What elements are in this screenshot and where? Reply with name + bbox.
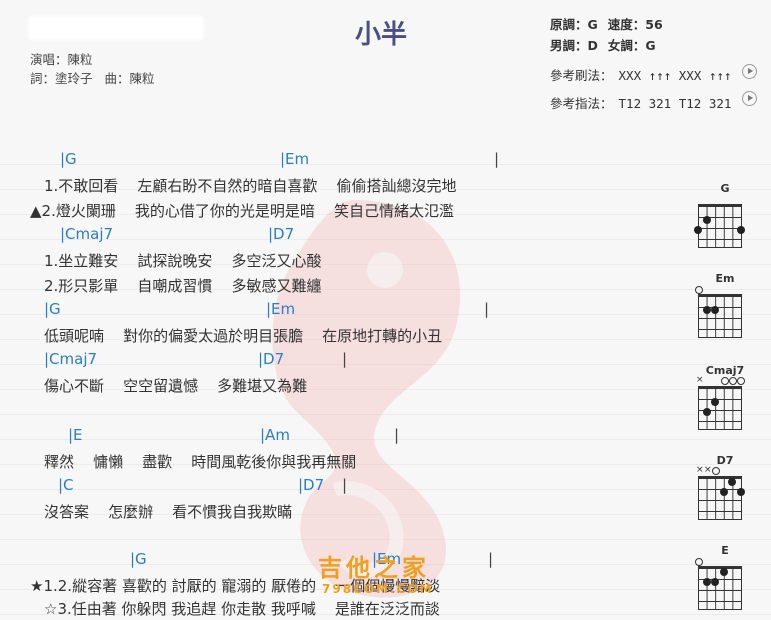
lyric-line: 傷心不斷 空空留遺憾 多難堪又為難 bbox=[44, 377, 308, 395]
chord-label: |G bbox=[130, 550, 147, 568]
lyric-line: ▲2.燈火闌珊 我的心借了你的光是明是暗 笑自己情緒太氾濫 bbox=[30, 202, 454, 220]
fretboard bbox=[698, 294, 742, 338]
song-title: 小半 bbox=[355, 20, 408, 50]
lyric-line: 沒答案 怎麼辦 看不慣我自我欺瞞 bbox=[44, 503, 293, 521]
chord-diagram-e: E bbox=[690, 544, 760, 620]
play-finger-icon[interactable] bbox=[742, 91, 757, 106]
lyric-line: ☆3.任由著 你躲閃 我追趕 你走散 我呼喊 是誰在泛泛而談 bbox=[44, 600, 440, 618]
bar-line: | bbox=[488, 550, 494, 568]
site-url: 798COM.COM bbox=[322, 582, 434, 596]
lyric-line: 1.坐立難安 試探說晚安 多空泛又心酸 bbox=[44, 252, 322, 270]
lyric-line: 釋然 慵懶 盡歡 時間風乾後你與我再無關 bbox=[44, 453, 357, 471]
chord-label: |Em bbox=[266, 300, 296, 318]
chord-label: |D7 bbox=[298, 476, 325, 494]
chord-diagram-d7: D7 × × bbox=[690, 454, 760, 534]
fretboard bbox=[698, 204, 742, 248]
site-logo: 吉他之家 bbox=[318, 554, 430, 582]
chord-label: |G bbox=[60, 150, 77, 168]
chord-label: |Am bbox=[260, 426, 290, 444]
bar-line: | bbox=[342, 350, 348, 368]
finger-pattern: 參考指法： T12 321 T12 321 bbox=[550, 96, 732, 111]
chord-label: |Em bbox=[280, 150, 310, 168]
chord-label: |D7 bbox=[268, 225, 295, 243]
key-info-1: 原調：G 速度：56 bbox=[550, 17, 663, 32]
blurred-banner bbox=[28, 16, 204, 40]
credits: 詞：塗玲子 曲：陳粒 bbox=[30, 71, 155, 86]
chord-label: |Cmaj7 bbox=[60, 225, 114, 243]
lyric-line: 低頭呢喃 對你的偏愛太過於明目張膽 在原地打轉的小丑 bbox=[44, 327, 443, 345]
chord-label: |C bbox=[58, 476, 74, 494]
chord-label: |Cmaj7 bbox=[44, 350, 98, 368]
chord-diagram-em: Em bbox=[690, 272, 760, 352]
lyric-line: 1.不敢回看 左顧右盼不自然的暗自喜歡 偷偷搭訕總沒完地 bbox=[44, 177, 457, 195]
bar-line: | bbox=[484, 300, 490, 318]
strum-pattern: 參考刷法： XXX ↑↑↑ XXX ↑↑↑ bbox=[550, 68, 732, 83]
chord-label: |G bbox=[44, 300, 61, 318]
key-info-2: 男調：D 女調：G bbox=[550, 38, 656, 53]
play-strum-icon[interactable] bbox=[742, 64, 757, 79]
bar-line: | bbox=[394, 426, 400, 444]
chord-diagram-g: G bbox=[690, 182, 760, 262]
chord-diagram-cmaj7: Cmaj7 × bbox=[690, 364, 760, 444]
singer: 演唱：陳粒 bbox=[30, 52, 93, 67]
bar-line: | bbox=[342, 476, 348, 494]
chord-label: |E bbox=[68, 426, 83, 444]
bar-line: | bbox=[494, 150, 500, 168]
chord-label: |D7 bbox=[258, 350, 285, 368]
lyric-line: 2.形只影單 自嘲成習慣 多敏感又難纏 bbox=[44, 277, 322, 295]
